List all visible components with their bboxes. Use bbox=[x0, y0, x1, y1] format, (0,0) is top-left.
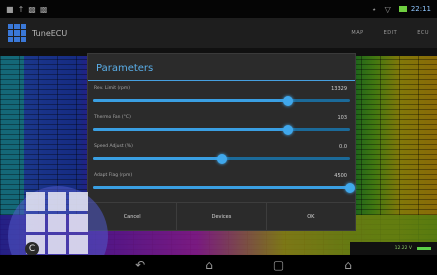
param-thermo-fan: Thermo Fan (°C) 103 bbox=[88, 110, 355, 139]
speed-adjust-slider[interactable] bbox=[93, 154, 350, 164]
clock: 22:11 bbox=[410, 5, 431, 13]
navigation-bar: ↶ ⌂ ▢ ⌂ bbox=[0, 255, 437, 275]
signal-bar bbox=[417, 247, 431, 250]
dialog-buttons: Cancel Devices OK bbox=[88, 202, 355, 230]
param-value: 13329 bbox=[331, 86, 347, 92]
slider-thumb[interactable] bbox=[283, 125, 294, 135]
status-indicators: ⋆ ▽ 22:11 bbox=[372, 5, 431, 14]
param-value: 103 bbox=[337, 115, 347, 121]
home-icon[interactable]: ⌂ bbox=[205, 259, 213, 271]
image-icon-2: ▩ bbox=[39, 4, 48, 14]
param-label: Rev. Limit (rpm) bbox=[94, 86, 131, 91]
notification-icon: ■ bbox=[6, 4, 14, 14]
voltage-readout: 12.22 V bbox=[394, 246, 412, 251]
action-bar: TuneECU MAP EDIT ECU bbox=[0, 18, 437, 48]
app-title: TuneECU bbox=[32, 28, 68, 38]
param-value: 4500 bbox=[334, 173, 347, 179]
param-speed-adjust: Speed Adjust (%) 0.0 bbox=[88, 139, 355, 168]
param-label: Thermo Fan (°C) bbox=[94, 115, 131, 120]
launcher-badge: C bbox=[25, 242, 39, 256]
slider-fill bbox=[93, 128, 289, 131]
dialog-title: Parameters bbox=[88, 54, 355, 81]
bluetooth-icon: ⋆ bbox=[371, 4, 377, 14]
slider-fill bbox=[93, 99, 289, 102]
action-map[interactable]: MAP bbox=[351, 30, 363, 36]
menu-icon[interactable]: ⌂ bbox=[344, 259, 352, 271]
action-edit[interactable]: EDIT bbox=[384, 30, 398, 36]
back-icon[interactable]: ↶ bbox=[135, 259, 145, 271]
param-label: Adapt Flag (rpm) bbox=[94, 173, 133, 178]
slider-thumb[interactable] bbox=[216, 154, 227, 164]
thermo-fan-slider[interactable] bbox=[93, 125, 350, 135]
param-label: Speed Adjust (%) bbox=[94, 144, 133, 149]
param-adapt-flag: Adapt Flag (rpm) 4500 bbox=[88, 168, 355, 197]
devices-button[interactable]: Devices bbox=[176, 203, 265, 230]
slider-thumb[interactable] bbox=[345, 183, 355, 193]
slider-fill bbox=[93, 157, 222, 160]
param-rev-limit: Rev. Limit (rpm) 13329 bbox=[88, 81, 355, 110]
slider-fill bbox=[93, 186, 350, 189]
wifi-icon: ▽ bbox=[384, 4, 391, 14]
image-icon: ▩ bbox=[28, 4, 36, 14]
recent-apps-icon[interactable]: ▢ bbox=[273, 259, 284, 271]
bottom-status-strip: 12.22 V bbox=[350, 242, 437, 255]
sync-icon: ↑ bbox=[17, 4, 25, 14]
battery-icon bbox=[398, 6, 407, 12]
adapt-flag-slider[interactable] bbox=[93, 183, 355, 193]
status-bar: ■ ↑ ▩ ▩ ⋆ ▽ 22:11 bbox=[0, 0, 437, 18]
rev-limit-slider[interactable] bbox=[93, 96, 350, 106]
action-ecu[interactable]: ECU bbox=[417, 30, 429, 36]
ok-button[interactable]: OK bbox=[265, 203, 355, 230]
parameters-dialog: Parameters Rev. Limit (rpm) 13329 Thermo… bbox=[87, 53, 356, 231]
slider-thumb[interactable] bbox=[283, 96, 294, 106]
action-menu: MAP EDIT ECU bbox=[351, 30, 429, 36]
app-grid-icon[interactable] bbox=[8, 24, 26, 42]
param-value: 0.0 bbox=[339, 144, 347, 150]
